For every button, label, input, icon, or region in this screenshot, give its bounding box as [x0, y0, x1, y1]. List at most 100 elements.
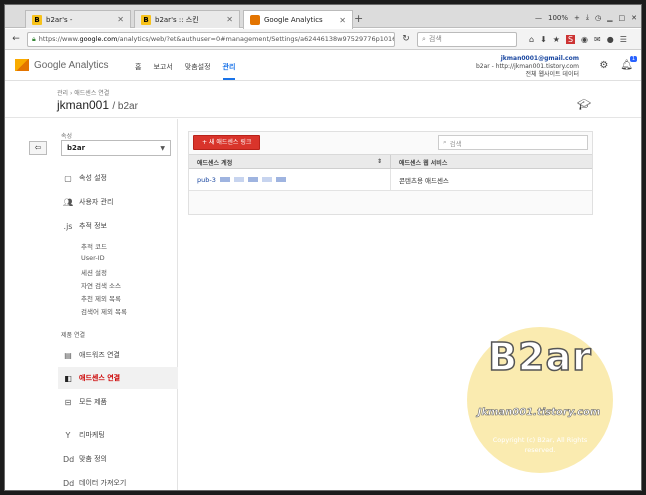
extension-s-icon[interactable]: S	[565, 34, 576, 44]
column-adsense-service[interactable]: 애드센스 웹 서비스	[391, 155, 592, 168]
tab-google-analytics[interactable]: Google Analytics ✕	[243, 10, 353, 29]
ga-header: Google Analytics 홈 보고서 맞춤설정 관리 jkman0001…	[5, 51, 641, 81]
download-icon[interactable]: ⤓	[586, 13, 589, 22]
ga-logo[interactable]: Google Analytics	[15, 59, 109, 71]
menu-icon[interactable]: ☰	[620, 35, 627, 44]
download-arrow-icon[interactable]: ⬇	[540, 35, 547, 44]
close-icon[interactable]: ✕	[339, 16, 346, 25]
academy-cap-icon[interactable]: 🎓︎	[577, 98, 591, 111]
property-select[interactable]: b2ar ▼	[61, 140, 171, 156]
back-arrow-icon[interactable]: ←	[9, 34, 23, 44]
zoom-in-icon[interactable]: +	[574, 14, 580, 22]
notification-bell-icon[interactable]: 🔔︎ 1	[620, 56, 637, 71]
sidebar-item-adwords[interactable]: ▤ 애드워즈 연결	[63, 350, 120, 360]
ga-main-nav: 홈 보고서 맞춤설정 관리	[135, 62, 236, 80]
table-row: pub-3 콘텐츠용 애드센스	[189, 169, 592, 191]
dd-icon: Dd	[63, 478, 75, 488]
blog-favicon-icon: B	[32, 14, 42, 25]
nav-admin[interactable]: 관리	[222, 62, 236, 80]
sidebar-subitem-search-term-exclusion[interactable]: 검색어 제외 목록	[81, 306, 127, 316]
page-title: jkman001 / b2ar	[57, 98, 138, 112]
history-icon[interactable]: ◷	[595, 14, 601, 22]
ga-favicon-icon	[250, 15, 260, 25]
b2ar-watermark: B2ar Jkman001.tistory.com Copyright (c) …	[467, 327, 613, 473]
sidebar-subitem-user-id[interactable]: User-ID	[81, 254, 105, 262]
close-icon[interactable]: ✕	[226, 15, 233, 24]
chevron-down-icon: ▼	[160, 144, 165, 152]
ga-header-icons: ⚙ 🔔︎ 1	[599, 56, 637, 71]
tab-strip-tools: — 100% + ⤓ ◷ ▁ □ ✕	[535, 13, 637, 22]
admin-sidebar: ⇦ 속성 b2ar ▼ ▢ 속성 설정 👥︎ 사용자 관리 .js 추적 정보 …	[5, 119, 178, 490]
shield-icon[interactable]: ◉	[581, 35, 588, 44]
window-close-icon[interactable]: ✕	[631, 14, 637, 22]
redacted-block	[275, 177, 286, 182]
sidebar-item-remarketing[interactable]: Y 리마케팅	[63, 430, 105, 440]
address-bar[interactable]: 🔒︎ https://www.google.com/analytics/web/…	[27, 31, 395, 47]
adsense-service-cell: 콘텐츠용 애드센스	[399, 177, 449, 185]
browser-window: B b2ar's - ✕ B b2ar's :: 스킨 ✕ Google Ana…	[4, 4, 642, 491]
search-placeholder: 검색	[428, 35, 442, 43]
close-icon[interactable]: ✕	[117, 15, 124, 24]
url-text: https://www.google.com/analytics/web/?et…	[38, 35, 394, 43]
tab-b2ar-1[interactable]: B b2ar's - ✕	[25, 10, 131, 28]
tab-title: b2ar's -	[46, 15, 73, 24]
sidebar-item-all-products[interactable]: ⊟ 모든 제품	[63, 397, 107, 407]
account-email: jkman0001@gmail.com	[500, 55, 579, 62]
tab-title: Google Analytics	[264, 16, 323, 24]
reload-icon[interactable]: ↻	[399, 34, 413, 44]
all-products-icon: ⊟	[64, 397, 72, 407]
tab-b2ar-2[interactable]: B b2ar's :: 스킨 ✕	[134, 10, 240, 28]
sidebar-item-property-settings[interactable]: ▢ 속성 설정	[63, 173, 107, 183]
blog-favicon-icon: B	[141, 14, 151, 25]
extension-icon[interactable]: ✉	[594, 35, 601, 44]
sidebar-subitem-organic-search[interactable]: 자연 검색 소스	[81, 280, 121, 290]
toolbar-icons: ⌂ ⬇ ★ S ◉ ✉ ● ☰	[529, 34, 627, 44]
product-linking-heading: 제품 연결	[61, 332, 85, 339]
tab-title: b2ar's :: 스킨	[155, 15, 199, 24]
sidebar-subitem-tracking-code[interactable]: 추적 코드	[81, 241, 107, 251]
property-square-icon: ▢	[64, 173, 72, 183]
adsense-icon: ◧	[64, 373, 72, 383]
bookmark-star-icon[interactable]: ★	[553, 35, 560, 44]
new-tab-button[interactable]: +	[354, 12, 363, 25]
dd-icon: Dd	[63, 454, 75, 464]
new-adsense-link-button[interactable]: + 새 애드센스 링크	[193, 135, 261, 150]
maximize-icon[interactable]: □	[619, 14, 626, 22]
adsense-links-panel: + 새 애드센스 링크 ⌕ 검색 애드센스 계정 ⇕ 애드센스 웹 서비스 pub…	[188, 131, 593, 215]
redacted-block	[219, 177, 230, 182]
adsense-links-table: 애드센스 계정 ⇕ 애드센스 웹 서비스 pub-3 콘텐츠용 애드센스	[189, 154, 592, 191]
tab-strip: B b2ar's - ✕ B b2ar's :: 스킨 ✕ Google Ana…	[5, 5, 641, 29]
back-button[interactable]: ⇦	[29, 141, 47, 155]
adwords-icon: ▤	[64, 350, 72, 360]
sidebar-item-custom-definitions[interactable]: Dd 맞춤 정의	[63, 454, 107, 464]
home-icon[interactable]: ⌂	[529, 35, 534, 44]
redacted-block	[247, 177, 258, 182]
redacted-block	[261, 177, 272, 182]
sidebar-subitem-session-settings[interactable]: 세션 설정	[81, 267, 107, 277]
zoom-level: 100%	[548, 13, 569, 22]
chat-icon[interactable]: ●	[607, 35, 614, 44]
sidebar-item-user-management[interactable]: 👥︎ 사용자 관리	[63, 197, 113, 207]
nav-home[interactable]: 홈	[135, 62, 141, 80]
search-icon: ⌕	[422, 34, 426, 43]
settings-gear-icon[interactable]: ⚙	[599, 60, 608, 71]
sidebar-item-tracking-info[interactable]: .js 추적 정보	[63, 221, 107, 231]
page-header: 관리 › 애드센스 연결 jkman001 / b2ar 🎓︎	[5, 82, 641, 118]
browser-search-input[interactable]: ⌕ 검색	[417, 31, 517, 47]
sidebar-subitem-referral-exclusion[interactable]: 추천 제외 목록	[81, 293, 121, 303]
minimize-icon[interactable]: ▁	[607, 14, 612, 22]
redacted-block	[233, 177, 244, 182]
account-selector[interactable]: jkman0001@gmail.com b2ar - http://jkman0…	[476, 55, 579, 79]
nav-reports[interactable]: 보고서	[153, 62, 172, 80]
account-property: b2ar - http://jkman001.tistory.com	[475, 63, 579, 70]
sort-icon: ⇕	[376, 158, 382, 165]
column-adsense-account[interactable]: 애드센스 계정 ⇕	[189, 155, 391, 168]
sidebar-item-adsense[interactable]: ◧ 애드센스 연결	[58, 367, 178, 389]
people-icon: 👥︎	[63, 197, 74, 207]
table-search-input[interactable]: ⌕ 검색	[438, 135, 588, 150]
nav-customization[interactable]: 맞춤설정	[185, 62, 211, 80]
table-header: 애드센스 계정 ⇕ 애드센스 웹 서비스	[189, 155, 592, 169]
zoom-out-icon[interactable]: —	[535, 14, 542, 22]
adsense-account-link[interactable]: pub-3	[189, 169, 391, 190]
sidebar-item-data-import[interactable]: Dd 데이터 가져오기	[63, 478, 126, 488]
